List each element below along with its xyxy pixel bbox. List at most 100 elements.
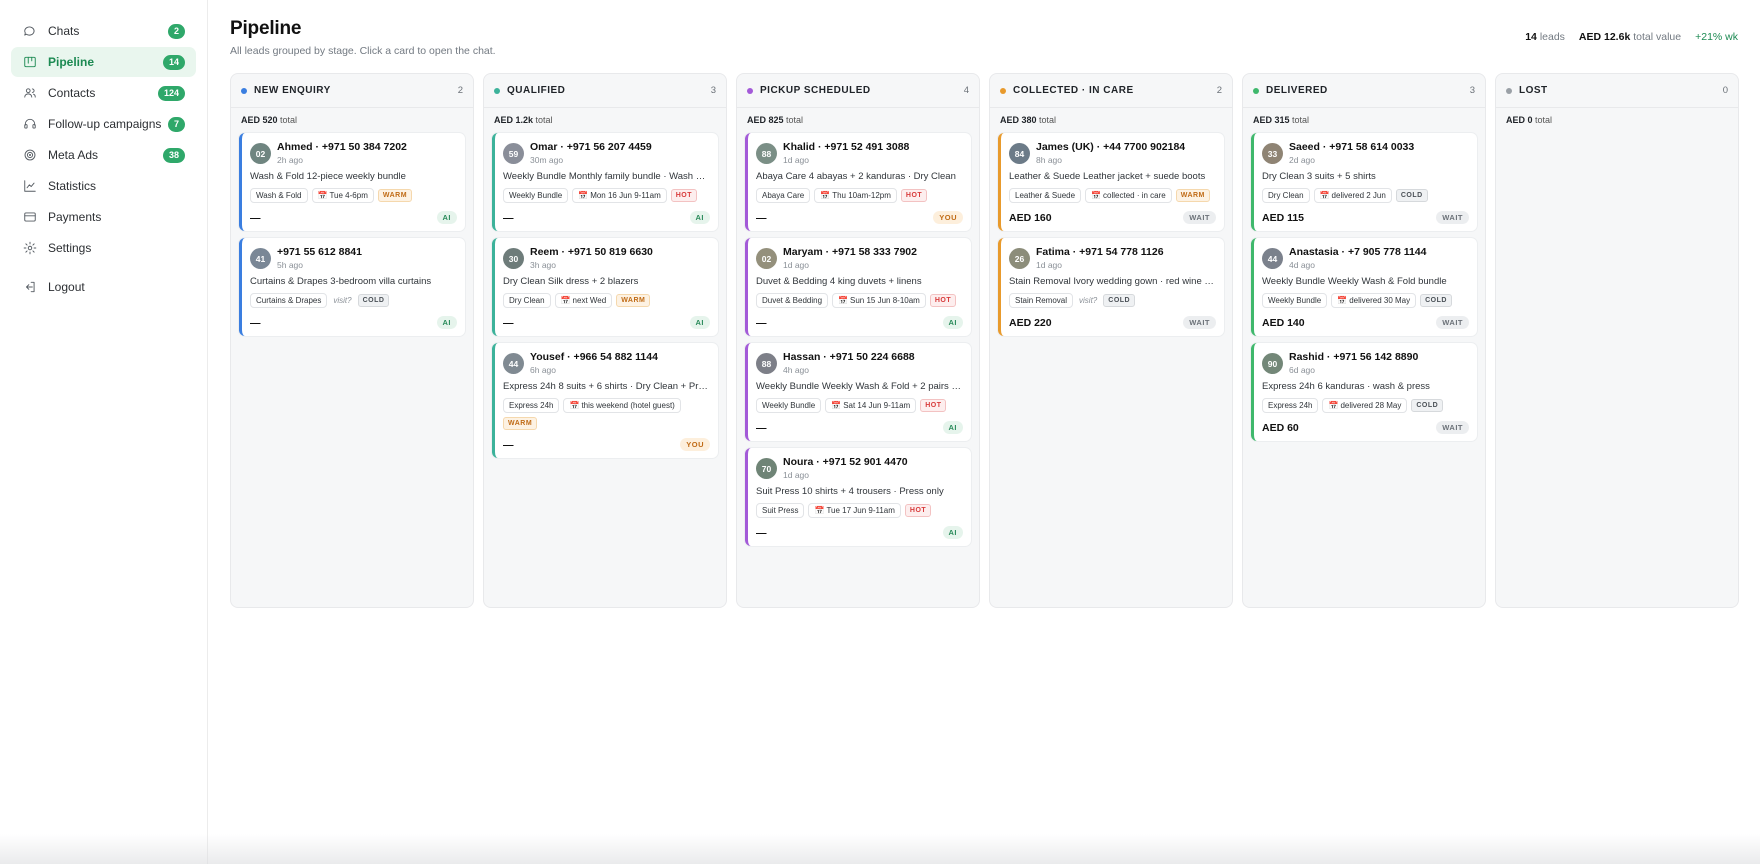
- owner-badge: WAIT: [1183, 316, 1216, 329]
- temperature-badge: COLD: [357, 294, 390, 307]
- temperature-badge: COLD: [1411, 399, 1444, 412]
- owner-badge: WAIT: [1436, 211, 1469, 224]
- lead-card[interactable]: 44 Anastasia · +7 905 778 1144 4d ago Weekl…: [1251, 238, 1477, 336]
- stage-header: NEW ENQUIRY 2: [231, 74, 473, 108]
- lead-card-header: 44 Yousef · +966 54 882 1144 6h ago: [503, 351, 710, 375]
- stage-total: AED 315 total: [1243, 108, 1485, 133]
- owner-badge: WAIT: [1183, 211, 1216, 224]
- lead-amount: AED 160: [1009, 211, 1052, 224]
- lead-description: Duvet & Bedding 4 king duvets + linens: [756, 276, 922, 287]
- service-tag: Weekly Bundle: [503, 188, 569, 203]
- date-tag: Tue 4-6pm: [311, 188, 374, 203]
- lead-time: 6h ago: [530, 365, 556, 375]
- lead-card[interactable]: 41 +971 55 612 8841 5h ago Curtains & Drape…: [239, 238, 465, 336]
- date-tag: this weekend (hotel guest): [563, 398, 681, 413]
- lead-card[interactable]: 26 Fatima · +971 54 778 1126 1d ago Stain R…: [998, 238, 1224, 336]
- lead-name: Rashid · +971 56 142 8890: [1289, 351, 1419, 363]
- lead-amount: —: [250, 211, 261, 224]
- sidebar-item-logout[interactable]: Logout: [11, 272, 196, 302]
- sidebar-item-contacts[interactable]: Contacts 124: [11, 78, 196, 108]
- sidebar-item-label: Pipeline: [48, 55, 95, 69]
- sidebar-item-label: Payments: [48, 210, 102, 224]
- lead-tags: Curtains & Drapes visit? COLD: [250, 293, 457, 308]
- lead-card[interactable]: 02 Maryam · +971 58 333 7902 1d ago Duvet &…: [745, 238, 971, 336]
- temperature-badge: COLD: [1103, 294, 1136, 307]
- lead-card[interactable]: 70 Noura · +971 52 901 4470 1d ago Suit Pre…: [745, 448, 971, 546]
- lead-time: 4h ago: [783, 365, 809, 375]
- stage-total-label: total: [1292, 115, 1310, 125]
- lead-card-header: 30 Reem · +971 50 819 6630 3h ago: [503, 246, 710, 270]
- stage-total: AED 825 total: [737, 108, 979, 133]
- service-tag: Weekly Bundle: [1262, 293, 1328, 308]
- date-tag: Sat 14 Jun 9-11am: [825, 398, 917, 413]
- sidebar-item-follow-up-campaigns[interactable]: Follow-up campaigns 7: [11, 109, 196, 139]
- service-tag: Duvet & Bedding: [756, 293, 829, 308]
- owner-badge: AI: [689, 211, 710, 224]
- lead-card-footer: AED 60 WAIT: [1262, 421, 1469, 434]
- lead-time: 1d ago: [1036, 260, 1062, 270]
- lead-tags: Wash & FoldTue 4-6pmWARM: [250, 188, 457, 203]
- logout-icon: [22, 279, 38, 295]
- headset-icon: [22, 116, 38, 132]
- lead-card[interactable]: 33 Saeed · +971 58 614 0033 2d ago Dry Clea…: [1251, 133, 1477, 231]
- lead-amount: —: [503, 211, 514, 224]
- sidebar-item-pipeline[interactable]: Pipeline 14: [11, 47, 196, 77]
- lead-amount: AED 60: [1262, 421, 1299, 434]
- service-tag: Suit Press: [756, 503, 805, 518]
- lead-card[interactable]: 88 Hassan · +971 50 224 6688 4h ago Weekly …: [745, 343, 971, 441]
- owner-badge: WAIT: [1436, 421, 1469, 434]
- avatar: 33: [1262, 143, 1283, 164]
- temperature-badge: HOT: [900, 189, 928, 202]
- stage-header: DELIVERED 3: [1243, 74, 1485, 108]
- stage-column-delivered: DELIVERED 3 AED 315 total 33 Saeed · +971 58…: [1242, 73, 1486, 608]
- lead-amount: —: [756, 316, 767, 329]
- avatar: 44: [1262, 248, 1283, 269]
- stage-header: PICKUP SCHEDULED 4: [737, 74, 979, 108]
- sidebar-item-settings[interactable]: Settings: [11, 233, 196, 263]
- pipeline-icon: [22, 54, 38, 70]
- lead-card[interactable]: 44 Yousef · +966 54 882 1144 6h ago Express…: [492, 343, 718, 458]
- sidebar-item-label: Statistics: [48, 179, 97, 193]
- lead-card-footer: — AI: [756, 421, 963, 434]
- sidebar-item-badge: 2: [167, 23, 185, 39]
- owner-badge: AI: [942, 526, 963, 539]
- lead-time: 6d ago: [1289, 365, 1315, 375]
- lead-identity: Ahmed · +971 50 384 7202 2h ago: [277, 141, 457, 165]
- lead-card[interactable]: 90 Rashid · +971 56 142 8890 6d ago Express…: [1251, 343, 1477, 441]
- stage-dot-icon: [241, 87, 247, 94]
- lead-card-footer: — YOU: [503, 438, 710, 451]
- lead-name: Khalid · +971 52 491 3088: [783, 141, 910, 153]
- stage-total: AED 520 total: [231, 108, 473, 133]
- lead-card[interactable]: 59 Omar · +971 56 207 4459 30m ago Weekly B…: [492, 133, 718, 231]
- sidebar-item-meta-ads[interactable]: Meta Ads 38: [11, 140, 196, 170]
- lead-card[interactable]: 84 James (UK) · +44 7700 902184 8h ago Leat…: [998, 133, 1224, 231]
- sidebar-item-payments[interactable]: Payments: [11, 202, 196, 232]
- lead-card[interactable]: 88 Khalid · +971 52 491 3088 1d ago Abaya C…: [745, 133, 971, 231]
- sidebar-item-label: Logout: [48, 280, 85, 294]
- sidebar-item-chats[interactable]: Chats 2: [11, 16, 196, 46]
- lead-card[interactable]: 02 Ahmed · +971 50 384 7202 2h ago Wash & F…: [239, 133, 465, 231]
- sidebar-item-statistics[interactable]: Statistics: [11, 171, 196, 201]
- lead-tags: Weekly BundleMon 16 Jun 9-11amHOT: [503, 188, 710, 203]
- date-tag: next Wed: [554, 293, 613, 308]
- lead-name: Yousef · +966 54 882 1144: [530, 351, 658, 363]
- sidebar-item-label: Follow-up campaigns: [48, 117, 162, 131]
- lead-tags: Abaya CareThu 10am-12pmHOT: [756, 188, 963, 203]
- lead-name: Ahmed · +971 50 384 7202: [277, 141, 407, 153]
- lead-card[interactable]: 30 Reem · +971 50 819 6630 3h ago Dry Clean…: [492, 238, 718, 336]
- owner-badge: YOU: [680, 438, 710, 451]
- temperature-badge: WARM: [503, 417, 538, 430]
- service-tag: Dry Clean: [1262, 188, 1310, 203]
- service-tag: Curtains & Drapes: [250, 293, 328, 308]
- lead-identity: Fatima · +971 54 778 1126 1d ago: [1036, 246, 1216, 270]
- stage-dot-icon: [747, 87, 753, 94]
- total-value: AED 12.6k: [1578, 31, 1631, 43]
- sidebar-item-badge: 7: [167, 116, 185, 132]
- stage-total: AED 380 total: [990, 108, 1232, 133]
- lead-description: Weekly Bundle Weekly Wash & Fold + 2 pai…: [756, 381, 963, 392]
- lead-time: 1d ago: [783, 260, 809, 270]
- lead-identity: Reem · +971 50 819 6630 3h ago: [530, 246, 710, 270]
- lead-identity: Maryam · +971 58 333 7902 1d ago: [783, 246, 963, 270]
- lead-name: Hassan · +971 50 224 6688: [783, 351, 915, 363]
- lead-amount: —: [756, 526, 767, 539]
